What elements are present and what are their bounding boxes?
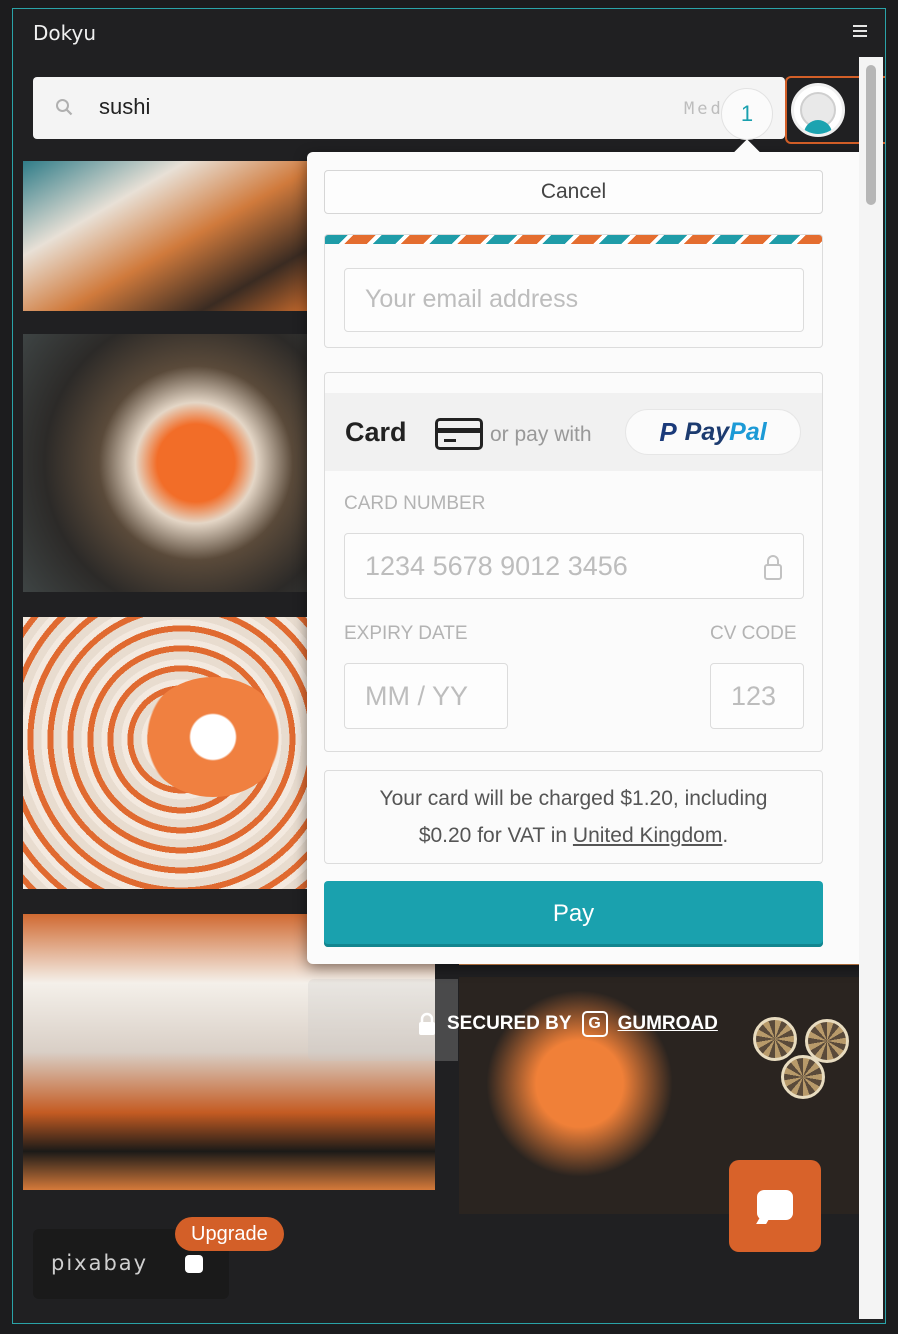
dice-icon[interactable] xyxy=(185,1255,203,1273)
photo-sushi-salmon-plate[interactable] xyxy=(23,617,311,889)
search-icon xyxy=(56,99,73,116)
charge-text: Your card will be charged $1.20, includi… xyxy=(379,787,768,810)
email-section: Your email address xyxy=(324,234,823,348)
card-section: Card or pay with P PayPal CARD NUMBER 12… xyxy=(324,372,823,752)
secured-by-gumroad: SECURED BY G GUMROAD xyxy=(417,1009,718,1039)
vat-country-link[interactable]: United Kingdom xyxy=(573,824,722,847)
menu-icon[interactable] xyxy=(853,25,867,37)
chat-button[interactable] xyxy=(729,1160,821,1252)
card-number-label: CARD NUMBER xyxy=(344,493,486,514)
card-tab[interactable]: Card xyxy=(345,417,407,448)
gumroad-icon: G xyxy=(581,1011,608,1037)
app-window: Dokyu sushi Medi 1 SECURED BY G GUMROAD … xyxy=(12,8,886,1324)
credit-card-icon xyxy=(435,418,483,450)
email-field[interactable]: Your email address xyxy=(344,268,804,332)
card-number-placeholder: 1234 5678 9012 3456 xyxy=(365,551,628,581)
scrollbar[interactable] xyxy=(859,57,883,1319)
paypal-word-pay: Pay xyxy=(684,417,730,446)
search-input[interactable]: sushi xyxy=(99,94,150,120)
notification-badge[interactable]: 1 xyxy=(721,88,773,140)
lemon-slices xyxy=(753,1017,857,1107)
avatar[interactable] xyxy=(791,83,845,137)
checkout-panel: Cancel Your email address Card or pay wi… xyxy=(307,139,870,964)
cvc-label: CV CODE xyxy=(710,623,797,644)
cancel-button[interactable]: Cancel xyxy=(324,170,823,214)
search-bar[interactable]: sushi Medi xyxy=(33,77,785,139)
pixabay-logo: pixabay xyxy=(51,1251,149,1275)
lock-icon xyxy=(764,555,782,580)
photo-sushi-plate[interactable] xyxy=(23,161,311,311)
vat-text: $0.20 for VAT in xyxy=(418,824,568,847)
expiry-field[interactable]: MM / YY xyxy=(344,663,508,729)
paypal-word-pal: Pal xyxy=(729,417,767,446)
gumroad-link[interactable]: GUMROAD xyxy=(618,1013,718,1035)
charge-notice: Your card will be charged $1.20, includi… xyxy=(324,770,823,864)
vat-end: . xyxy=(722,824,729,847)
paypal-icon: P xyxy=(659,416,677,447)
or-pay-with-label: or pay with xyxy=(490,423,592,446)
lock-icon xyxy=(419,1012,435,1035)
cvc-field[interactable]: 123 xyxy=(710,663,804,729)
scrollbar-thumb[interactable] xyxy=(866,65,876,205)
payment-method-header: Card or pay with P PayPal xyxy=(325,393,822,471)
app-title: Dokyu xyxy=(33,21,97,45)
photo-sushi-chopsticks[interactable] xyxy=(23,334,311,592)
upgrade-button[interactable]: Upgrade xyxy=(175,1217,284,1251)
pay-button[interactable]: Pay xyxy=(324,881,823,947)
paypal-button[interactable]: P PayPal xyxy=(625,409,801,455)
secured-by-label: SECURED BY xyxy=(447,1013,572,1034)
envelope-stripe xyxy=(325,235,822,244)
expiry-label: EXPIRY DATE xyxy=(344,623,468,644)
card-number-field[interactable]: 1234 5678 9012 3456 xyxy=(344,533,804,599)
